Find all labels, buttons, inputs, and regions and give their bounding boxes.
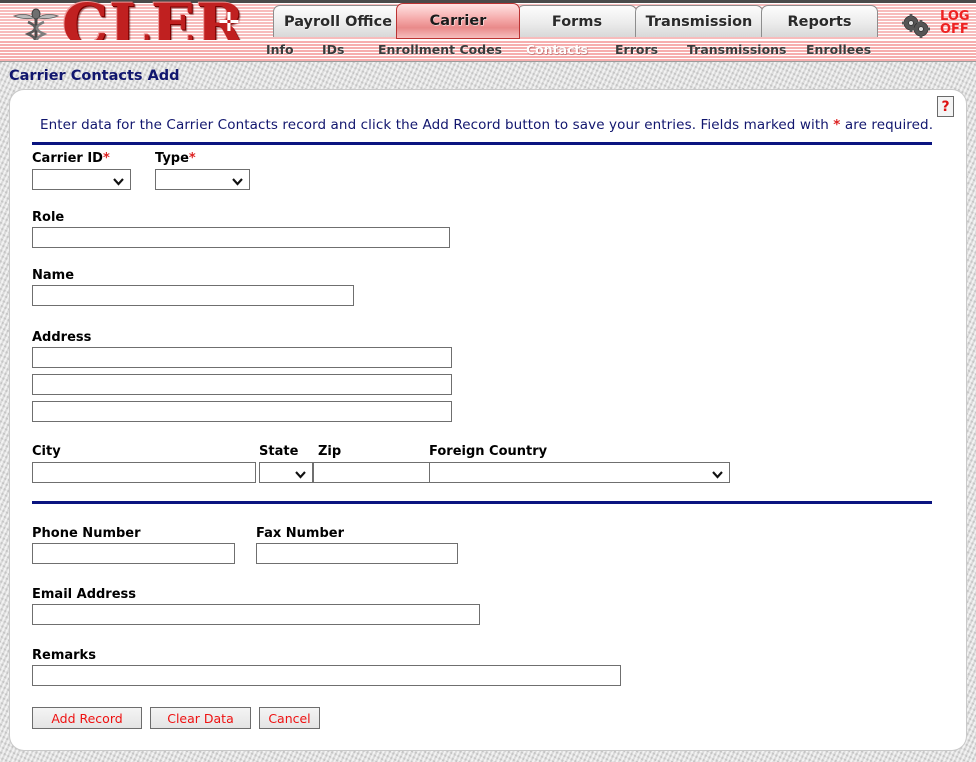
tab-forms[interactable]: Forms: [517, 5, 637, 37]
address-line2-input[interactable]: [32, 374, 452, 395]
phone-number-label: Phone Number: [32, 526, 141, 541]
page-title-bar: Carrier Contacts Add: [0, 63, 976, 90]
tab-carrier[interactable]: Carrier: [396, 3, 520, 39]
carrier-id-select[interactable]: [32, 169, 131, 190]
zip-input[interactable]: [313, 462, 431, 483]
add-record-button[interactable]: Add Record: [32, 707, 142, 729]
type-label-text: Type: [155, 151, 189, 166]
gears-icon[interactable]: [902, 14, 930, 38]
site-header: CLER ✛ LOG OFF Payroll Office Carrier Form…: [0, 0, 976, 62]
carrier-id-label: Carrier ID*: [32, 151, 110, 166]
chevron-down-icon: [231, 173, 244, 186]
foreign-country-label: Foreign Country: [429, 444, 548, 459]
subnav-item-ids[interactable]: IDs: [322, 42, 344, 57]
log-off-button[interactable]: LOG OFF: [940, 10, 970, 36]
instruction-text-part2: are required.: [840, 117, 934, 133]
type-required-star: *: [188, 151, 196, 166]
tab-reports[interactable]: Reports: [761, 5, 878, 37]
foreign-country-select[interactable]: [429, 462, 730, 483]
help-question-icon[interactable]: ?: [937, 96, 954, 117]
type-label: Type*: [155, 151, 196, 166]
state-label: State: [259, 444, 299, 459]
role-label: Role: [32, 210, 65, 225]
brand-cross-icon: ✛: [218, 8, 240, 38]
instruction-text-part1: Enter data for the Carrier Contacts reco…: [40, 117, 834, 133]
divider-middle: [32, 501, 932, 504]
city-label: City: [32, 444, 61, 459]
remarks-label: Remarks: [32, 648, 96, 663]
subnav-item-enrollees[interactable]: Enrollees: [806, 42, 871, 57]
subnav-item-info[interactable]: Info: [266, 42, 294, 57]
sub-navigation: Info IDs Enrollment Codes Contacts Errors Tra…: [0, 40, 976, 62]
email-address-input[interactable]: [32, 604, 480, 625]
subnav-item-contacts[interactable]: Contacts: [526, 42, 588, 57]
role-input[interactable]: [32, 227, 450, 248]
zip-label: Zip: [318, 444, 342, 459]
tab-payroll-office[interactable]: Payroll Office: [273, 5, 403, 37]
name-input[interactable]: [32, 285, 354, 306]
log-off-line2: OFF: [940, 22, 969, 37]
state-select[interactable]: [259, 462, 313, 483]
address-label: Address: [32, 330, 92, 345]
chevron-down-icon: [711, 466, 724, 479]
subnav-item-enrollment-codes[interactable]: Enrollment Codes: [378, 42, 502, 57]
fax-number-input[interactable]: [256, 543, 458, 564]
content-panel: ? Enter data for the Carrier Contacts re…: [10, 90, 966, 750]
instruction-text: Enter data for the Carrier Contacts reco…: [40, 117, 933, 133]
divider-top: [32, 142, 932, 145]
chevron-down-icon: [112, 173, 125, 186]
phone-number-input[interactable]: [32, 543, 235, 564]
city-input[interactable]: [32, 462, 256, 483]
carrier-id-required-star: *: [102, 151, 110, 166]
subnav-item-transmissions[interactable]: Transmissions: [687, 42, 787, 57]
carrier-id-label-text: Carrier ID: [32, 151, 103, 166]
fax-number-label: Fax Number: [256, 526, 345, 541]
cancel-button[interactable]: Cancel: [259, 707, 320, 729]
remarks-input[interactable]: [32, 665, 621, 686]
page-title: Carrier Contacts Add: [9, 68, 180, 84]
name-label: Name: [32, 268, 75, 283]
type-select[interactable]: [155, 169, 250, 190]
address-line3-input[interactable]: [32, 401, 452, 422]
subnav-item-errors[interactable]: Errors: [615, 42, 658, 57]
chevron-down-icon: [294, 466, 307, 479]
clear-data-button[interactable]: Clear Data: [150, 707, 251, 729]
email-address-label: Email Address: [32, 587, 137, 602]
tab-transmission[interactable]: Transmission: [635, 5, 763, 37]
address-line1-input[interactable]: [32, 347, 452, 368]
